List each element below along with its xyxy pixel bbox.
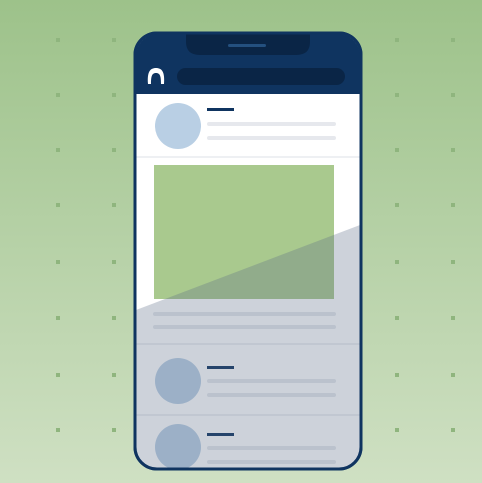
background-dot xyxy=(56,93,60,97)
background-dot xyxy=(56,428,60,432)
background-dot xyxy=(56,373,60,377)
post-title-line xyxy=(207,108,234,111)
background-dot xyxy=(451,316,455,320)
avatar xyxy=(155,103,201,149)
background-dot xyxy=(451,203,455,207)
post-divider xyxy=(136,156,360,158)
background-dot xyxy=(395,260,399,264)
background-dot xyxy=(395,428,399,432)
background-dot xyxy=(56,260,60,264)
background-dot xyxy=(56,203,60,207)
phone-feed-illustration xyxy=(0,0,482,483)
background-dot xyxy=(395,316,399,320)
background-dot xyxy=(112,203,116,207)
background-dot xyxy=(451,148,455,152)
background-dot xyxy=(451,260,455,264)
background-dot xyxy=(56,38,60,42)
user-icon[interactable] xyxy=(144,65,168,89)
phone xyxy=(133,31,363,471)
background-dot xyxy=(395,203,399,207)
background-dot xyxy=(395,148,399,152)
placeholder-line xyxy=(207,122,336,126)
background-dot xyxy=(395,93,399,97)
background-dot xyxy=(451,38,455,42)
background-dot xyxy=(451,373,455,377)
background-dot xyxy=(395,373,399,377)
background-dot xyxy=(112,316,116,320)
background-dot xyxy=(451,428,455,432)
background-dot xyxy=(112,428,116,432)
background-dot xyxy=(112,148,116,152)
background-dot xyxy=(112,373,116,377)
search-bar[interactable] xyxy=(177,68,345,85)
phone-speaker xyxy=(228,44,266,47)
background-dot xyxy=(451,93,455,97)
background-dot xyxy=(56,148,60,152)
background-dot xyxy=(112,38,116,42)
background-dot xyxy=(112,93,116,97)
background-dot xyxy=(56,316,60,320)
background-dot xyxy=(112,260,116,264)
background-dot xyxy=(395,38,399,42)
placeholder-line xyxy=(207,136,336,140)
